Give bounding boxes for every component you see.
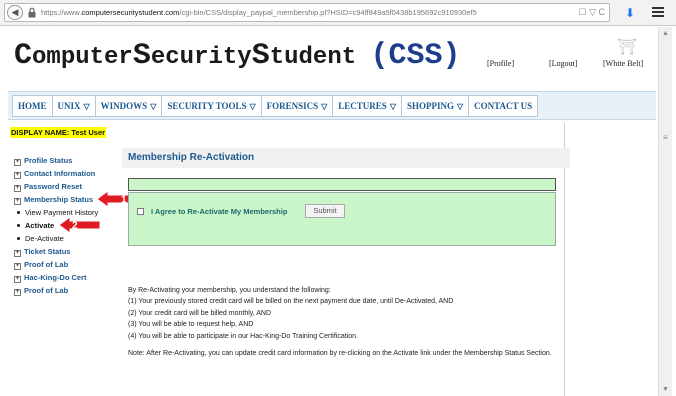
profile-link[interactable]: [Profile]: [487, 59, 514, 68]
nav-menu: HOME UNIX ▽ WINDOWS ▽ SECURITY TOOLS ▽ FORE…: [12, 95, 539, 117]
nav-item-forensics[interactable]: FORENSICS ▽: [262, 96, 334, 116]
terms-item-1: (1) Your previously stored credit card w…: [128, 298, 454, 306]
annotation-label-1: 1: [121, 195, 127, 206]
bullet-icon: [17, 224, 20, 227]
logout-link[interactable]: [Logout]: [549, 59, 577, 68]
browser-toolbar: ◀ https://www.computersecuritystudent.co…: [0, 0, 676, 26]
belt-icon: ⛩: [617, 39, 638, 56]
scroll-grip-icon[interactable]: ≡: [663, 133, 668, 142]
nav-item-lectures[interactable]: LECTURES ▽: [333, 96, 402, 116]
address-bar[interactable]: ◀ https://www.computersecuritystudent.co…: [4, 3, 610, 22]
site-title[interactable]: ComputerSecurityStudent (CSS): [14, 39, 461, 73]
agree-label: I Agree to Re-Activate My Membership: [151, 207, 288, 216]
sidebar-item-proof-of-lab[interactable]: + Proof of Lab: [14, 258, 124, 271]
terms-item-2: (2) Your credit card will be billed mont…: [128, 309, 272, 317]
url-text[interactable]: https://www.computersecuritystudent.com/…: [41, 8, 477, 17]
expand-icon[interactable]: +: [14, 159, 21, 166]
expand-icon[interactable]: +: [14, 276, 21, 283]
nav-item-shopping[interactable]: SHOPPING ▽: [402, 96, 470, 116]
expand-icon[interactable]: +: [14, 289, 21, 296]
bullet-icon: [17, 237, 20, 240]
agree-checkbox[interactable]: [137, 208, 144, 215]
sidebar-item-proof-of-lab-2[interactable]: + Proof of Lab: [14, 284, 124, 297]
bullet-icon: [17, 211, 20, 214]
terms-note: Note: After Re-Activating, you can updat…: [128, 350, 552, 357]
download-icon[interactable]: ⬇: [620, 5, 640, 21]
chevron-down-icon: ▽: [150, 102, 157, 111]
chevron-down-icon: ▽: [83, 102, 90, 111]
expand-icon[interactable]: +: [14, 250, 21, 257]
display-name-badge: DISPLAY NAME: Test User: [10, 127, 107, 138]
reader-refresh-icons[interactable]: ☐ ▽ C: [579, 7, 606, 18]
sidebar-item-hac-king-do-cert[interactable]: + Hac-King-Do Cert: [14, 271, 124, 284]
terms-text: By Re-Activating your membership, you un…: [128, 285, 558, 342]
scroll-up-icon[interactable]: ▲: [662, 30, 669, 37]
belt-link[interactable]: [White Belt]: [603, 59, 643, 68]
scroll-down-icon[interactable]: ▼: [662, 386, 669, 393]
page-content: ComputerSecurityStudent (CSS) ⛩ [Profile…: [6, 27, 658, 396]
nav-item-windows[interactable]: WINDOWS ▽: [96, 96, 163, 116]
chevron-down-icon: ▽: [456, 102, 464, 111]
expand-icon[interactable]: +: [14, 172, 21, 179]
chevron-down-icon: ▽: [249, 102, 256, 111]
form-header-bar: [128, 178, 556, 191]
expand-icon[interactable]: +: [14, 185, 21, 192]
annotation-arrow-2: 2: [58, 216, 102, 234]
page-title: Membership Re-Activation: [122, 148, 570, 168]
terms-item-4: (4) You will be able to participate in o…: [128, 332, 358, 340]
submit-button[interactable]: Submit: [305, 204, 345, 218]
sidebar-item-ticket-status[interactable]: + Ticket Status: [14, 245, 124, 258]
sidebar-item-profile-status[interactable]: + Profile Status: [14, 154, 124, 167]
lock-icon: [28, 7, 36, 18]
annotation-label-2: 2: [72, 221, 78, 232]
nav-item-unix[interactable]: UNIX ▽: [53, 96, 96, 116]
back-button[interactable]: ◀: [7, 5, 23, 20]
terms-item-3: (3) You will be able to request help, AN…: [128, 321, 254, 329]
nav-item-security-tools[interactable]: SECURITY TOOLS ▽: [162, 96, 262, 116]
expand-icon[interactable]: +: [14, 263, 21, 270]
vertical-scrollbar[interactable]: ▲ ≡ ▼: [658, 27, 672, 396]
sidebar-item-contact-information[interactable]: + Contact Information: [14, 167, 124, 180]
main-nav: HOME UNIX ▽ WINDOWS ▽ SECURITY TOOLS ▽ FORE…: [8, 91, 656, 120]
chevron-down-icon: ▽: [321, 102, 328, 111]
chevron-down-icon: ▽: [389, 102, 396, 111]
nav-item-contact-us[interactable]: CONTACT US: [469, 96, 537, 116]
expand-icon[interactable]: +: [14, 198, 21, 205]
hamburger-menu-icon[interactable]: [648, 5, 668, 21]
nav-item-home[interactable]: HOME: [13, 96, 53, 116]
terms-intro: By Re-Activating your membership, you un…: [128, 287, 331, 294]
reactivate-form: I Agree to Re-Activate My Membership Sub…: [128, 192, 556, 246]
